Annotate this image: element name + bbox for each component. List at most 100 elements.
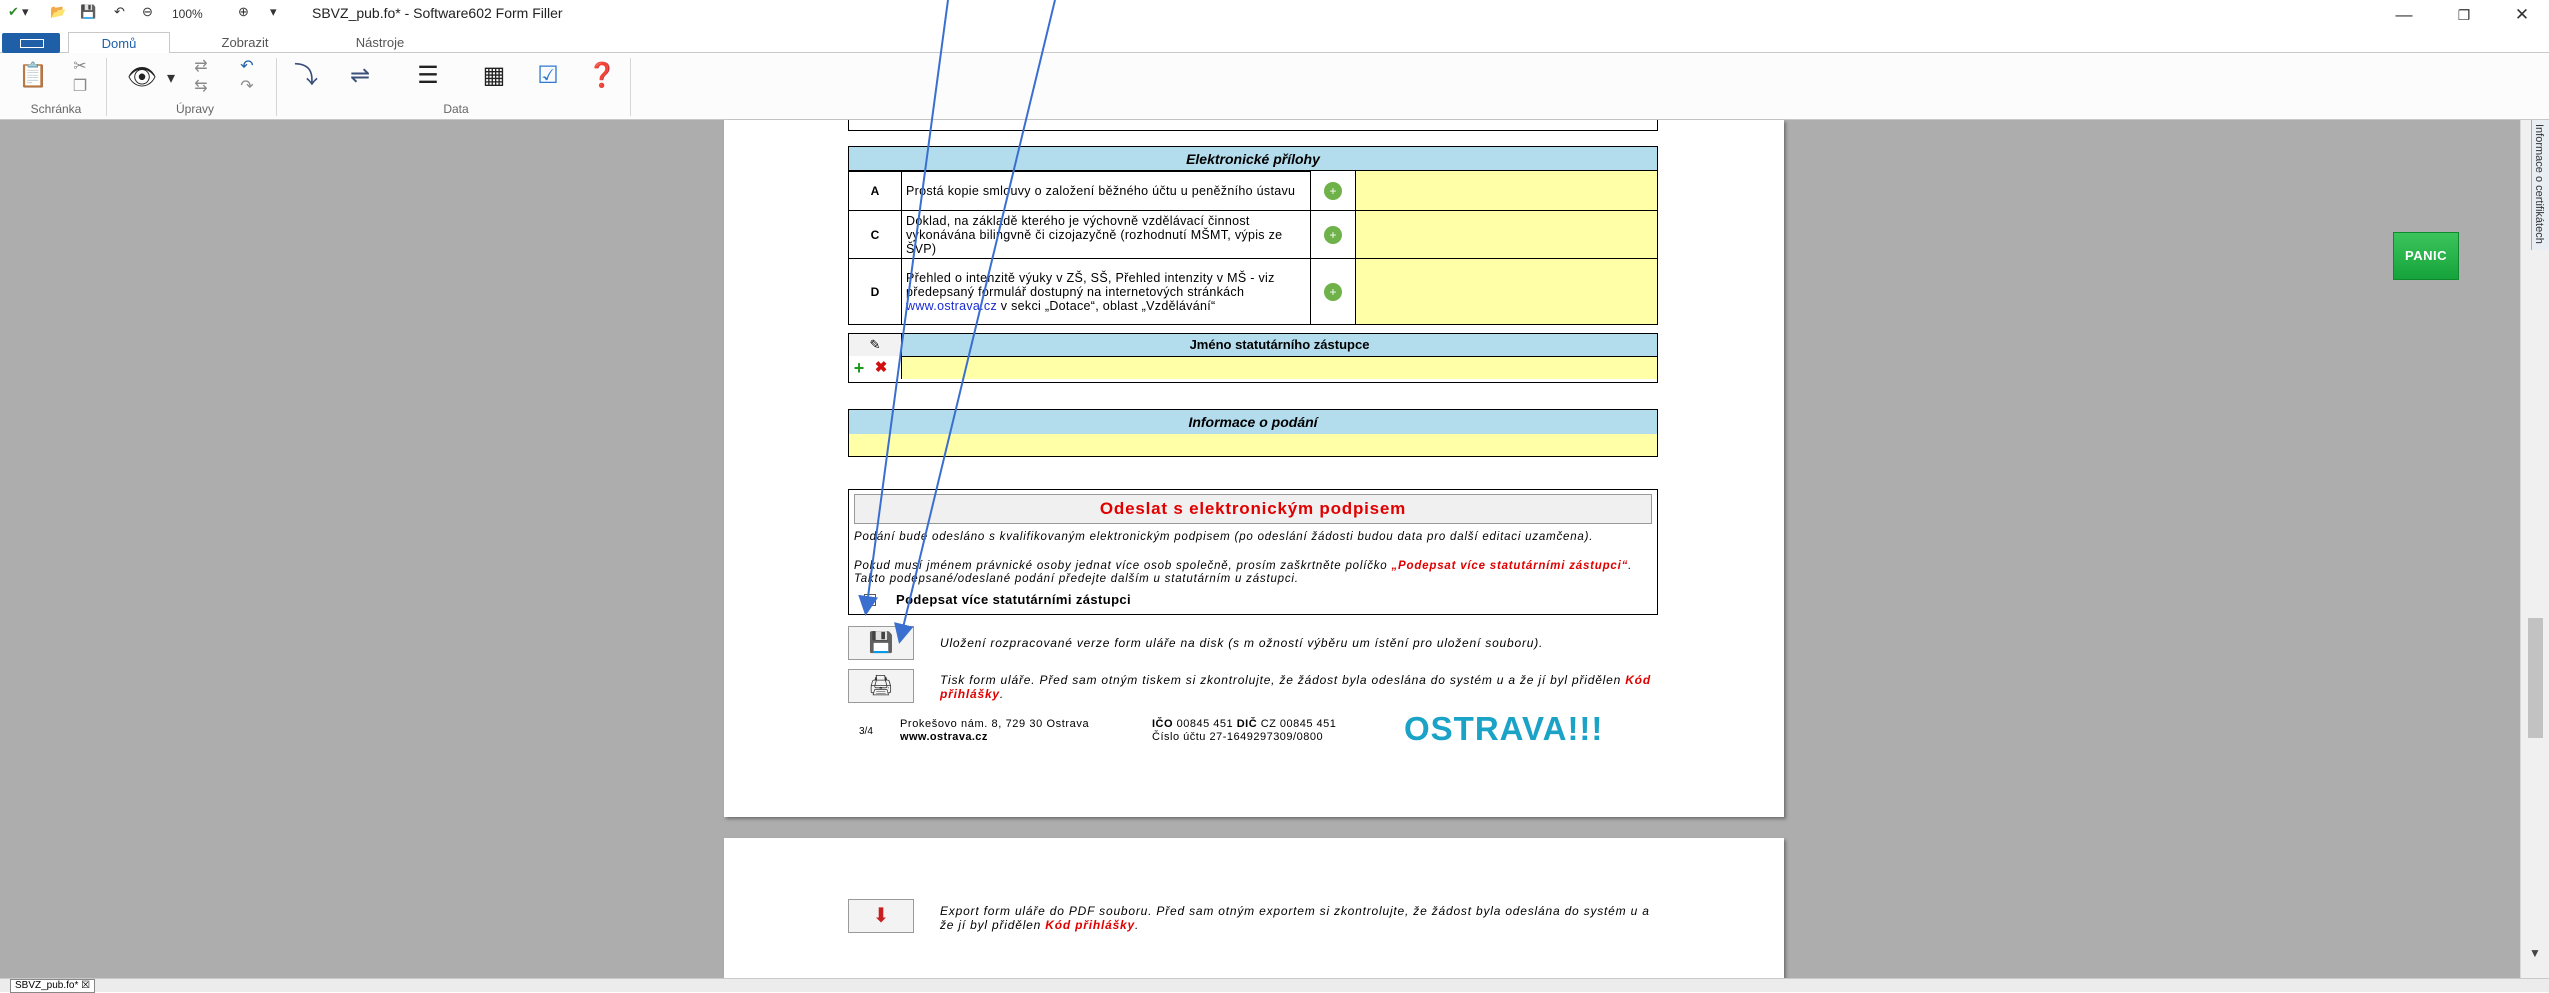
- ribbon: [0, 53, 2549, 120]
- import-icon[interactable]: ⤵: [288, 60, 324, 92]
- group-separator: [276, 58, 277, 116]
- group-label-clipboard: Schránka: [30, 102, 82, 116]
- export-note-highlight: Kód přihlášky: [1045, 918, 1136, 932]
- attachment-row-c: C Doklad, na základě kterého je výchovně…: [848, 210, 1658, 259]
- paste-icon[interactable]: 📋: [16, 60, 50, 92]
- zoom-out-icon[interactable]: ⊖: [142, 4, 153, 20]
- attachment-file-field[interactable]: [1355, 170, 1658, 211]
- export-note-text: .: [1135, 918, 1140, 932]
- attachment-text: v sekci „Dotace“, oblast „Vzdělávání“: [997, 298, 1216, 313]
- magnifier-plus-icon: +: [1324, 282, 1342, 301]
- form-page-4: ⬇ Export form uláře do PDF souboru. Před…: [724, 838, 1784, 978]
- previous-section-bottom: [848, 120, 1658, 131]
- attachment-file-field[interactable]: [1355, 210, 1658, 259]
- attachment-letter: D: [848, 258, 902, 325]
- attachments-header: Elektronické přílohy: [848, 146, 1658, 172]
- copy-icon[interactable]: ❐: [70, 78, 90, 96]
- attachment-file-field[interactable]: [1355, 258, 1658, 325]
- checkmark-icon[interactable]: ✔: [8, 4, 19, 20]
- export-note: Export form uláře do PDF souboru. Před s…: [940, 904, 1660, 932]
- ico-value: 00845 451: [1173, 718, 1234, 730]
- export-icon[interactable]: ⇌: [338, 60, 382, 92]
- tab-home[interactable]: Domů: [68, 32, 170, 55]
- find-dropdown-icon[interactable]: ▾: [164, 70, 178, 88]
- panic-button[interactable]: PANIC: [2393, 232, 2459, 280]
- database-icon[interactable]: ☰: [406, 60, 450, 92]
- zoom-in-icon[interactable]: ⊕: [238, 4, 249, 20]
- group-label-edits: Úpravy: [175, 102, 214, 116]
- document-tab-label: SBVZ_pub.fo*: [15, 980, 79, 991]
- statutory-name-field[interactable]: [901, 357, 1657, 379]
- scrollbar-thumb[interactable]: [2528, 618, 2543, 738]
- window-title: SBVZ_pub.fo* - Software602 Form Filler: [312, 5, 563, 21]
- print-note-text: Tisk form uláře. Před sam otným tiskem s…: [940, 673, 1626, 687]
- undo-icon[interactable]: ↶: [114, 4, 125, 20]
- add-row-icon[interactable]: +: [849, 357, 869, 379]
- submission-header: Informace o podání: [848, 409, 1658, 435]
- multi-sign-label: Podepsat více statutárními zástupci: [896, 592, 1132, 607]
- help-icon[interactable]: ❓: [582, 60, 622, 92]
- footer-account: Číslo účtu 27-1649297309/0800: [1152, 731, 1324, 743]
- replace-icon[interactable]: ⇄: [190, 58, 212, 76]
- ostrava-link[interactable]: www.ostrava.cz: [906, 299, 997, 313]
- attachment-text: Přehled o intenzitě výuky v ZŠ, SŠ, Přeh…: [906, 270, 1275, 299]
- validate-icon[interactable]: ☑: [528, 60, 568, 92]
- submission-field[interactable]: [848, 434, 1658, 457]
- group-separator: [630, 58, 631, 116]
- dropdown-arrow-icon[interactable]: ▾: [22, 4, 29, 20]
- cut-icon[interactable]: ✂: [70, 58, 90, 76]
- dic-value: CZ 00845 451: [1257, 718, 1337, 730]
- status-bar: [0, 978, 2549, 992]
- edit-table-icon[interactable]: ✎: [849, 334, 902, 356]
- footer-web: www.ostrava.cz: [900, 731, 988, 743]
- undo-edit-icon[interactable]: ↶: [236, 58, 258, 76]
- magnifier-plus-icon: +: [1324, 181, 1342, 200]
- scroll-down-icon[interactable]: ▼: [2529, 946, 2541, 960]
- title-bar: ✔ ▾ 📂 💾 ↶ ⊖ 100% ⊕ ▾ SBVZ_pub.fo* - Soft…: [0, 0, 2549, 30]
- calculator-icon[interactable]: ▦: [474, 60, 514, 92]
- find-icon[interactable]: 👁: [120, 62, 164, 94]
- replace-all-icon[interactable]: ⇆: [190, 78, 212, 96]
- export-pdf-button[interactable]: ⬇: [848, 899, 914, 933]
- group-label-data: Data: [443, 102, 469, 116]
- sign-header-button[interactable]: Odeslat s elektronickým podpisem: [854, 494, 1652, 524]
- certificate-info-label: Informace o certifikátech: [2533, 124, 2545, 244]
- print-note-text: .: [999, 687, 1005, 701]
- attachment-row-a: A Prostá kopie smlouvy o založení běžnéh…: [848, 170, 1658, 211]
- attachment-description: Prostá kopie smlouvy o založení běžného …: [901, 170, 1311, 211]
- attach-button[interactable]: +: [1310, 258, 1356, 325]
- certificate-info-panel-tab[interactable]: Informace o certifikátech: [2531, 120, 2549, 250]
- restore-button[interactable]: ❐: [2444, 3, 2484, 27]
- save-note: Uložení rozpracované verze form uláře na…: [940, 636, 1544, 650]
- customize-arrow-icon[interactable]: ▾: [270, 4, 277, 20]
- attach-button[interactable]: +: [1310, 170, 1356, 211]
- tab-tools[interactable]: Nástroje: [335, 32, 425, 53]
- save-form-button[interactable]: 💾: [848, 626, 914, 660]
- attachment-letter: C: [848, 210, 902, 259]
- redo-edit-icon[interactable]: ↷: [236, 78, 258, 96]
- ico-label: IČO: [1152, 718, 1174, 730]
- attachment-row-d: D Přehled o intenzitě výuky v ZŠ, SŠ, Př…: [848, 258, 1658, 325]
- tab-view[interactable]: Zobrazit: [200, 32, 290, 53]
- app-menu-button[interactable]: [2, 33, 60, 53]
- minimize-button[interactable]: —: [2384, 3, 2424, 27]
- zoom-level: 100%: [172, 7, 203, 21]
- delete-row-icon[interactable]: ✖: [871, 357, 891, 379]
- group-separator: [106, 58, 107, 116]
- magnifier-plus-icon: +: [1324, 225, 1342, 244]
- page-number: 3/4: [859, 726, 873, 737]
- open-folder-icon[interactable]: 📂: [50, 4, 66, 20]
- footer-ids: IČO 00845 451 DIČ CZ 00845 451: [1152, 718, 1336, 730]
- close-button[interactable]: ✕: [2502, 3, 2542, 27]
- attachment-letter: A: [848, 170, 902, 211]
- attach-button[interactable]: +: [1310, 210, 1356, 259]
- attachments-table: A Prostá kopie smlouvy o založení běžnéh…: [848, 170, 1658, 325]
- statutory-header: Jméno statutárního zástupce: [901, 333, 1658, 357]
- save-icon[interactable]: 💾: [80, 4, 96, 20]
- form-page-3: Elektronické přílohy A Prostá kopie smlo…: [724, 120, 1784, 817]
- ostrava-logo: OSTRAVA!!!: [1404, 710, 1604, 747]
- multi-sign-checkbox[interactable]: [864, 594, 876, 606]
- close-tab-icon[interactable]: ☒: [81, 980, 90, 991]
- attachment-description: Doklad, na základě kterého je výchovně v…: [901, 210, 1311, 259]
- print-form-button[interactable]: 🖨: [848, 669, 914, 703]
